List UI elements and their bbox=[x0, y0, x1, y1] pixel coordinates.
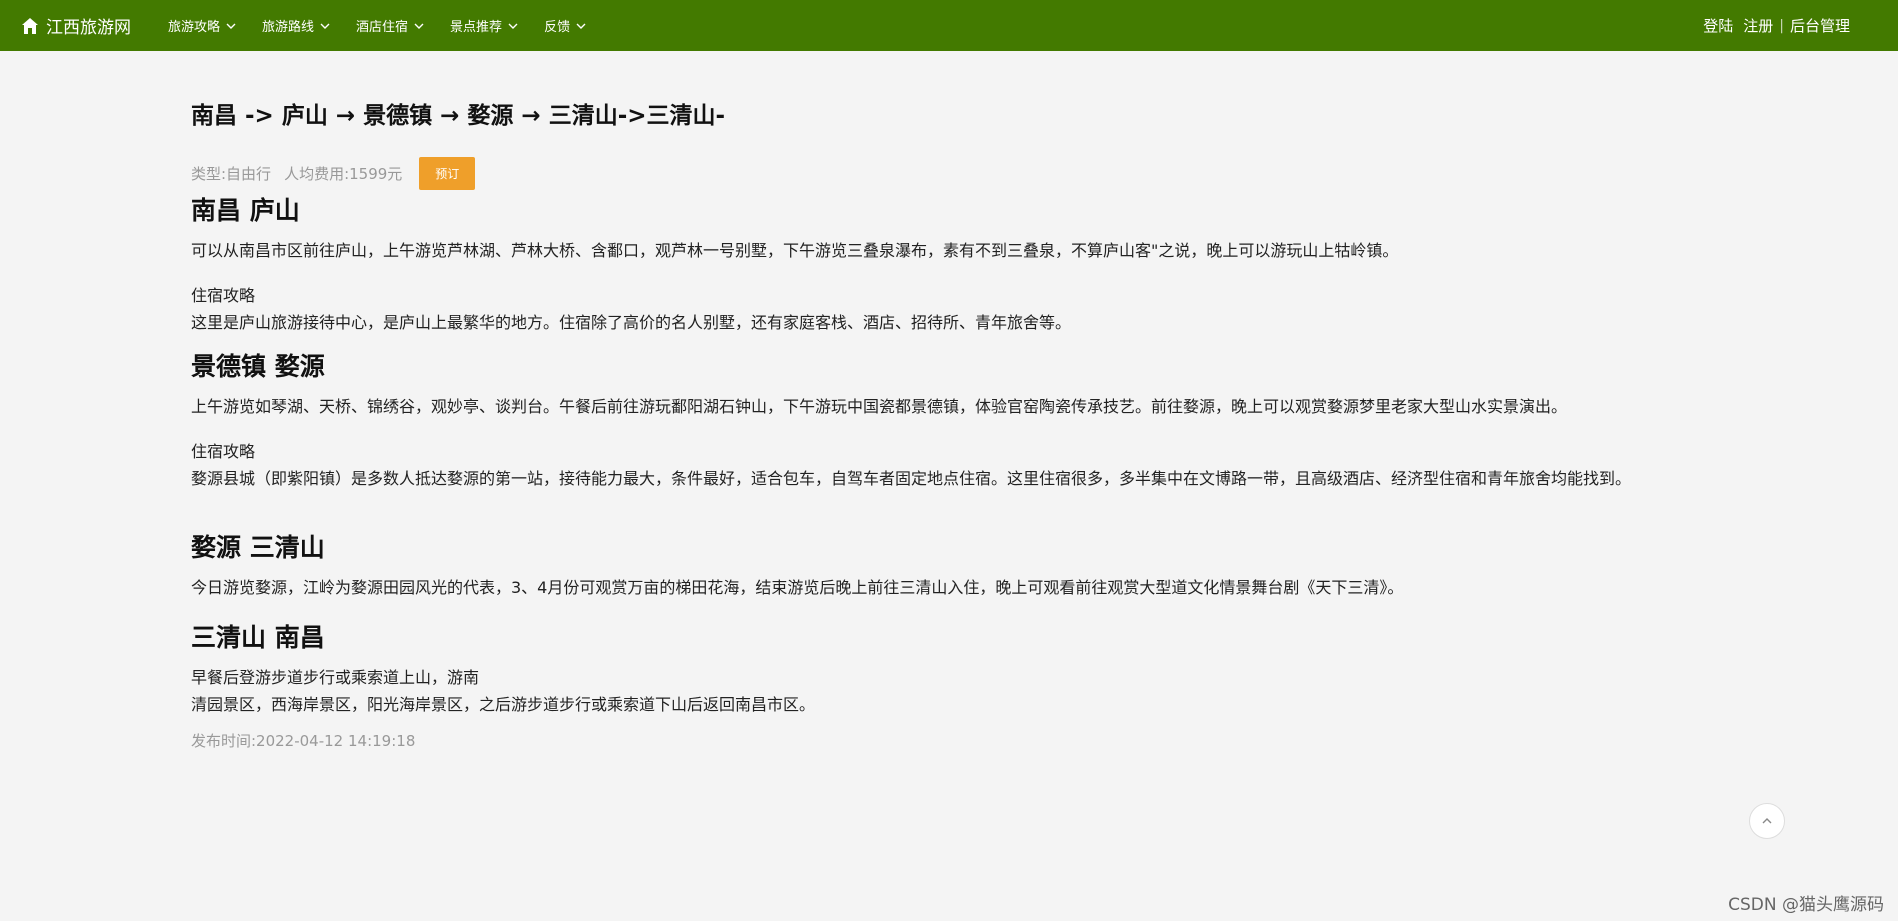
day-heading: 婺源 三清山 bbox=[191, 533, 325, 562]
stay-label: 住宿攻略 bbox=[191, 442, 256, 461]
day-description: 早餐后登游步道步行或乘索道上山，游南 bbox=[191, 668, 480, 687]
day-heading: 三清山 南昌 bbox=[191, 623, 325, 652]
day-description: 可以从南昌市区前往庐山，上午游览芦林湖、芦林大桥、含鄱口，观芦林一号别墅，下午游… bbox=[191, 241, 1399, 260]
chevron-down-icon bbox=[508, 23, 518, 29]
stay-description: 婺源县城（即紫阳镇）是多数人抵达婺源的第一站，接待能力最大，条件最好，适合包车，… bbox=[191, 469, 1632, 488]
day-description: 上午游览如琴湖、天桥、锦绣谷，观妙亭、谈判台。午餐后前往游玩鄱阳湖石钟山，下午游… bbox=[191, 397, 1568, 416]
top-nav-bar: 江西旅游网 旅游攻略 旅游路线 酒店住宿 景点推荐 反馈 登陆 注册 | 后台管… bbox=[0, 0, 1898, 51]
day-description-continued: 清园景区，西海岸景区，阳光海岸景区，之后游步道步行或乘索道下山后返回南昌市区。 bbox=[191, 695, 816, 714]
nav-label: 旅游攻略 bbox=[168, 20, 221, 35]
day-description: 今日游览婺源，江岭为婺源田园风光的代表，3、4月份可观赏万亩的梯田花海，结束游览… bbox=[191, 578, 1404, 597]
nav-item-travel-routes[interactable]: 旅游路线 bbox=[262, 16, 330, 35]
brand-link[interactable]: 江西旅游网 bbox=[20, 0, 131, 51]
brand-name: 江西旅游网 bbox=[46, 18, 131, 38]
nav-label: 景点推荐 bbox=[450, 20, 503, 35]
admin-link[interactable]: 后台管理 bbox=[1790, 15, 1850, 36]
user-links: 登陆 注册 | 后台管理 bbox=[1703, 0, 1850, 51]
main-nav: 旅游攻略 旅游路线 酒店住宿 景点推荐 反馈 bbox=[168, 0, 612, 51]
home-icon bbox=[22, 17, 38, 34]
route-meta: 类型:自由行 人均费用:1599元 预订 bbox=[191, 157, 476, 190]
link-separator: | bbox=[1779, 17, 1784, 34]
route-title: 南昌 -> 庐山 → 景德镇 → 婺源 → 三清山->三清山- bbox=[191, 103, 726, 129]
stay-label: 住宿攻略 bbox=[191, 286, 256, 305]
route-type: 类型:自由行 bbox=[191, 165, 272, 183]
chevron-down-icon bbox=[414, 23, 424, 29]
nav-label: 旅游路线 bbox=[262, 20, 315, 35]
register-link[interactable]: 注册 bbox=[1743, 15, 1773, 36]
nav-item-hotels[interactable]: 酒店住宿 bbox=[356, 16, 424, 35]
nav-label: 酒店住宿 bbox=[356, 20, 409, 35]
day-heading: 景德镇 婺源 bbox=[191, 352, 325, 381]
watermark: CSDN @猫头鹰源码 bbox=[1728, 895, 1884, 915]
chevron-down-icon bbox=[226, 23, 236, 29]
stay-description: 这里是庐山旅游接待中心，是庐山上最繁华的地方。住宿除了高价的名人别墅，还有家庭客… bbox=[191, 313, 1072, 332]
back-to-top-button[interactable] bbox=[1749, 803, 1785, 839]
nav-item-feedback[interactable]: 反馈 bbox=[544, 16, 586, 35]
chevron-down-icon bbox=[320, 23, 330, 29]
day-heading: 南昌 庐山 bbox=[191, 196, 300, 225]
chevron-down-icon bbox=[576, 23, 586, 29]
login-link[interactable]: 登陆 bbox=[1703, 15, 1733, 36]
publish-time: 发布时间:2022-04-12 14:19:18 bbox=[191, 732, 416, 750]
nav-label: 反馈 bbox=[544, 20, 571, 35]
nav-item-travel-guide[interactable]: 旅游攻略 bbox=[168, 16, 236, 35]
chevron-up-icon bbox=[1762, 818, 1772, 824]
route-fee: 人均费用:1599元 bbox=[284, 165, 403, 183]
nav-item-attractions[interactable]: 景点推荐 bbox=[450, 16, 518, 35]
book-button[interactable]: 预订 bbox=[419, 157, 476, 190]
